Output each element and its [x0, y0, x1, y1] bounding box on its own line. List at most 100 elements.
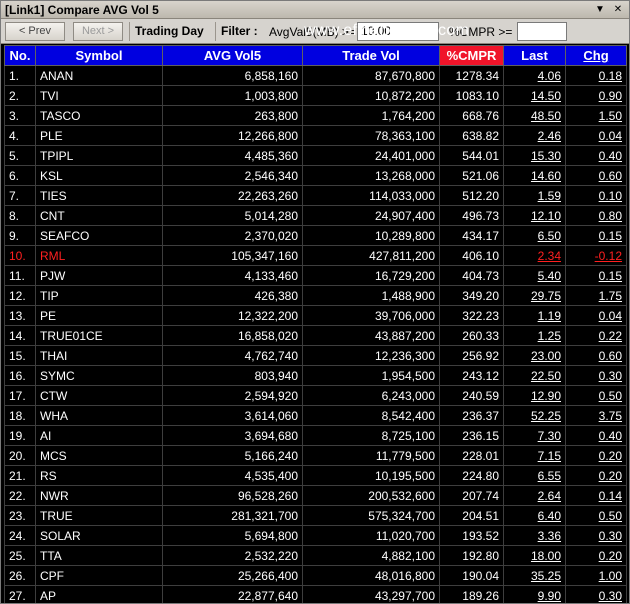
table-row[interactable]: 10. RML 105,347,160 427,811,200 406.10 2.34 -0…: [4, 245, 627, 266]
table-row[interactable]: 18. WHA 3,614,060 8,542,400 236.37 52.25 3.75: [4, 405, 627, 426]
symbol-cell[interactable]: CPF: [35, 565, 163, 586]
table-row[interactable]: 6. KSL 2,546,340 13,268,000 521.06 14.60 0.60: [4, 165, 627, 186]
last-price-link[interactable]: 15.30: [503, 145, 566, 166]
last-price-link[interactable]: 7.15: [503, 445, 566, 466]
last-price-link[interactable]: 14.50: [503, 85, 566, 106]
symbol-cell[interactable]: RS: [35, 465, 163, 486]
last-price-link[interactable]: 23.00: [503, 345, 566, 366]
cmpr-filter-input[interactable]: [517, 22, 567, 41]
last-price-link[interactable]: 6.55: [503, 465, 566, 486]
change-link[interactable]: 0.30: [565, 365, 627, 386]
last-price-link[interactable]: 6.40: [503, 505, 566, 526]
change-link[interactable]: 3.75: [565, 405, 627, 426]
table-row[interactable]: 4. PLE 12,266,800 78,363,100 638.82 2.46 0.04: [4, 125, 627, 146]
symbol-cell[interactable]: SOLAR: [35, 525, 163, 546]
table-row[interactable]: 23. TRUE 281,321,700 575,324,700 204.51 6.40 0…: [4, 505, 627, 526]
change-link[interactable]: 0.60: [565, 345, 627, 366]
table-row[interactable]: 12. TIP 426,380 1,488,900 349.20 29.75 1.75: [4, 285, 627, 306]
col-header-last[interactable]: Last: [503, 45, 566, 66]
table-row[interactable]: 8. CNT 5,014,280 24,907,400 496.73 12.10 0.80: [4, 205, 627, 226]
table-row[interactable]: 19. AI 3,694,680 8,725,100 236.15 7.30 0.40: [4, 425, 627, 446]
col-header-no[interactable]: No.: [4, 45, 36, 66]
symbol-cell[interactable]: NWR: [35, 485, 163, 506]
col-header-cmpr[interactable]: %CMPR: [439, 45, 504, 66]
table-row[interactable]: 13. PE 12,322,200 39,706,000 322.23 1.19 0.04: [4, 305, 627, 326]
symbol-cell[interactable]: TIP: [35, 285, 163, 306]
table-row[interactable]: 20. MCS 5,166,240 11,779,500 228.01 7.15 0.20: [4, 445, 627, 466]
change-link[interactable]: 0.22: [565, 325, 627, 346]
last-price-link[interactable]: 5.40: [503, 265, 566, 286]
change-link[interactable]: 0.40: [565, 145, 627, 166]
change-link[interactable]: 0.60: [565, 165, 627, 186]
symbol-cell[interactable]: CNT: [35, 205, 163, 226]
symbol-cell[interactable]: TTA: [35, 545, 163, 566]
symbol-cell[interactable]: TIES: [35, 185, 163, 206]
col-header-chg[interactable]: Chg: [565, 45, 627, 66]
last-price-link[interactable]: 1.59: [503, 185, 566, 206]
col-header-trade-vol[interactable]: Trade Vol: [302, 45, 440, 66]
prev-button[interactable]: < Prev: [5, 22, 65, 41]
symbol-cell[interactable]: TVI: [35, 85, 163, 106]
change-link[interactable]: 0.04: [565, 305, 627, 326]
table-row[interactable]: 2. TVI 1,003,800 10,872,200 1083.10 14.50 0.90: [4, 85, 627, 106]
symbol-cell[interactable]: PLE: [35, 125, 163, 146]
last-price-link[interactable]: 18.00: [503, 545, 566, 566]
last-price-link[interactable]: 22.50: [503, 365, 566, 386]
change-link[interactable]: 0.30: [565, 525, 627, 546]
table-row[interactable]: 3. TASCO 263,800 1,764,200 668.76 48.50 1.50: [4, 105, 627, 126]
change-link[interactable]: 0.50: [565, 385, 627, 406]
table-row[interactable]: 11. PJW 4,133,460 16,729,200 404.73 5.40 0.15: [4, 265, 627, 286]
last-price-link[interactable]: 48.50: [503, 105, 566, 126]
last-price-link[interactable]: 52.25: [503, 405, 566, 426]
change-link[interactable]: 0.15: [565, 265, 627, 286]
symbol-cell[interactable]: CTW: [35, 385, 163, 406]
change-link[interactable]: 1.50: [565, 105, 627, 126]
next-button[interactable]: Next >: [73, 22, 123, 41]
table-row[interactable]: 15. THAI 4,762,740 12,236,300 256.92 23.00 0.6…: [4, 345, 627, 366]
change-link[interactable]: 1.00: [565, 565, 627, 586]
change-link[interactable]: 0.15: [565, 225, 627, 246]
table-row[interactable]: 24. SOLAR 5,694,800 11,020,700 193.52 3.36 0.3…: [4, 525, 627, 546]
change-link[interactable]: 0.30: [565, 585, 627, 603]
last-price-link[interactable]: 2.34: [503, 245, 566, 266]
last-price-link[interactable]: 7.30: [503, 425, 566, 446]
change-link[interactable]: 0.10: [565, 185, 627, 206]
last-price-link[interactable]: 3.36: [503, 525, 566, 546]
close-icon[interactable]: ✕: [611, 3, 625, 16]
last-price-link[interactable]: 35.25: [503, 565, 566, 586]
symbol-cell[interactable]: TRUE01CE: [35, 325, 163, 346]
last-price-link[interactable]: 12.90: [503, 385, 566, 406]
symbol-cell[interactable]: AP: [35, 585, 163, 603]
col-header-symbol[interactable]: Symbol: [35, 45, 163, 66]
change-link[interactable]: 0.50: [565, 505, 627, 526]
symbol-cell[interactable]: PE: [35, 305, 163, 326]
change-link[interactable]: 0.20: [565, 445, 627, 466]
last-price-link[interactable]: 2.64: [503, 485, 566, 506]
change-link[interactable]: 0.04: [565, 125, 627, 146]
symbol-cell[interactable]: KSL: [35, 165, 163, 186]
symbol-cell[interactable]: MCS: [35, 445, 163, 466]
last-price-link[interactable]: 2.46: [503, 125, 566, 146]
change-link[interactable]: 0.80: [565, 205, 627, 226]
change-link[interactable]: 1.75: [565, 285, 627, 306]
symbol-cell[interactable]: SYMC: [35, 365, 163, 386]
symbol-cell[interactable]: TRUE: [35, 505, 163, 526]
table-row[interactable]: 25. TTA 2,532,220 4,882,100 192.80 18.00 0.20: [4, 545, 627, 566]
table-row[interactable]: 22. NWR 96,528,260 200,532,600 207.74 2.64 0.1…: [4, 485, 627, 506]
last-price-link[interactable]: 4.06: [503, 65, 566, 86]
change-link[interactable]: 0.20: [565, 545, 627, 566]
symbol-cell[interactable]: PJW: [35, 265, 163, 286]
symbol-cell[interactable]: TPIPL: [35, 145, 163, 166]
symbol-cell[interactable]: THAI: [35, 345, 163, 366]
change-link[interactable]: 0.20: [565, 465, 627, 486]
symbol-cell[interactable]: RML: [35, 245, 163, 266]
last-price-link[interactable]: 1.25: [503, 325, 566, 346]
symbol-cell[interactable]: ANAN: [35, 65, 163, 86]
change-link[interactable]: 0.14: [565, 485, 627, 506]
last-price-link[interactable]: 6.50: [503, 225, 566, 246]
last-price-link[interactable]: 9.90: [503, 585, 566, 603]
table-row[interactable]: 26. CPF 25,266,400 48,016,800 190.04 35.25 1.0…: [4, 565, 627, 586]
table-row[interactable]: 14. TRUE01CE 16,858,020 43,887,200 260.33 1.2…: [4, 325, 627, 346]
table-row[interactable]: 27. AP 22,877,640 43,297,700 189.26 9.90 0.30: [4, 585, 627, 603]
change-link[interactable]: 0.40: [565, 425, 627, 446]
